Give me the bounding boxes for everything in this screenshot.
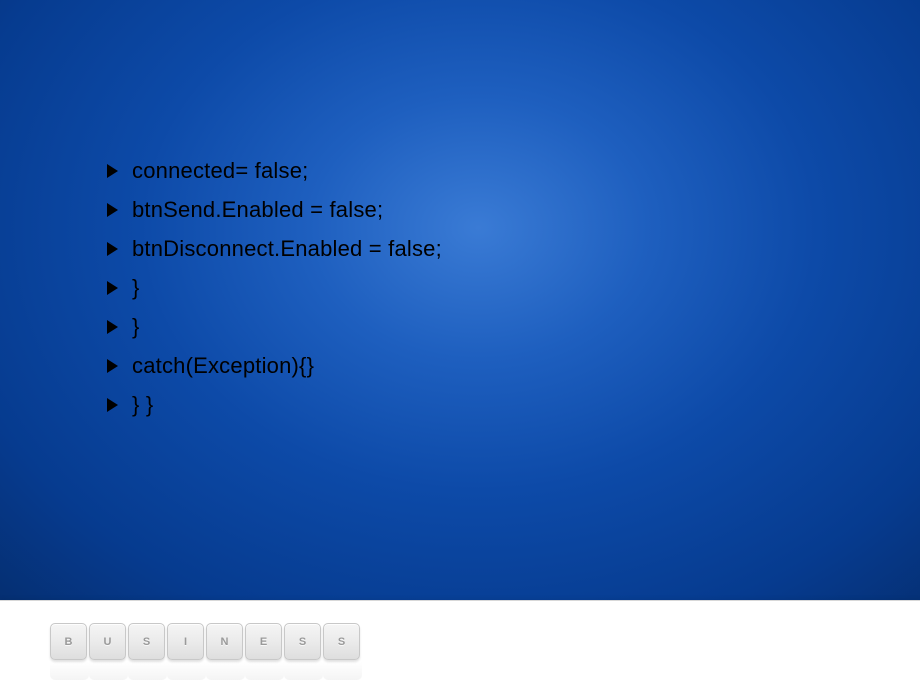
list-item: } xyxy=(107,277,920,299)
bullet-text: catch(Exception){} xyxy=(132,355,314,377)
key-reflection xyxy=(167,662,206,680)
key-letter: S xyxy=(338,636,345,648)
keyboard-key: S xyxy=(323,623,360,660)
bullet-icon xyxy=(107,242,118,256)
key-reflection xyxy=(284,662,323,680)
bullet-text: } xyxy=(132,316,140,338)
keyboard-key: B xyxy=(50,623,87,660)
keyboard-key: S xyxy=(128,623,165,660)
bullet-icon xyxy=(107,359,118,373)
list-item: btnDisconnect.Enabled = false; xyxy=(107,238,920,260)
slide-content-area: connected= false; btnSend.Enabled = fals… xyxy=(0,0,920,600)
key-letter: N xyxy=(221,636,229,648)
bullet-list: connected= false; btnSend.Enabled = fals… xyxy=(107,160,920,416)
list-item: catch(Exception){} xyxy=(107,355,920,377)
footer-area: B U S I N E S S xyxy=(0,600,920,690)
key-reflection xyxy=(323,662,362,680)
list-item: } } xyxy=(107,394,920,416)
keyboard-key: S xyxy=(284,623,321,660)
keyboard-key: U xyxy=(89,623,126,660)
bullet-text: } } xyxy=(132,394,153,416)
bullet-icon xyxy=(107,398,118,412)
key-letter: I xyxy=(184,636,187,648)
key-reflection xyxy=(50,662,89,680)
key-letter: S xyxy=(299,636,306,648)
bullet-icon xyxy=(107,164,118,178)
list-item: btnSend.Enabled = false; xyxy=(107,199,920,221)
bullet-text: } xyxy=(132,277,140,299)
keyboard-key: I xyxy=(167,623,204,660)
keyboard-key: E xyxy=(245,623,282,660)
key-letter: S xyxy=(143,636,150,648)
bullet-icon xyxy=(107,320,118,334)
bullet-icon xyxy=(107,203,118,217)
bullet-icon xyxy=(107,281,118,295)
list-item: } xyxy=(107,316,920,338)
bullet-text: btnDisconnect.Enabled = false; xyxy=(132,238,442,260)
list-item: connected= false; xyxy=(107,160,920,182)
key-letter: U xyxy=(104,636,112,648)
keyboard-keys-graphic: B U S I N E S S xyxy=(50,623,920,660)
key-reflection xyxy=(245,662,284,680)
bullet-text: connected= false; xyxy=(132,160,308,182)
key-reflection xyxy=(128,662,167,680)
key-reflection xyxy=(89,662,128,680)
bullet-text: btnSend.Enabled = false; xyxy=(132,199,383,221)
key-letter: B xyxy=(65,636,73,648)
key-reflection xyxy=(206,662,245,680)
keyboard-key: N xyxy=(206,623,243,660)
key-letter: E xyxy=(260,636,267,648)
